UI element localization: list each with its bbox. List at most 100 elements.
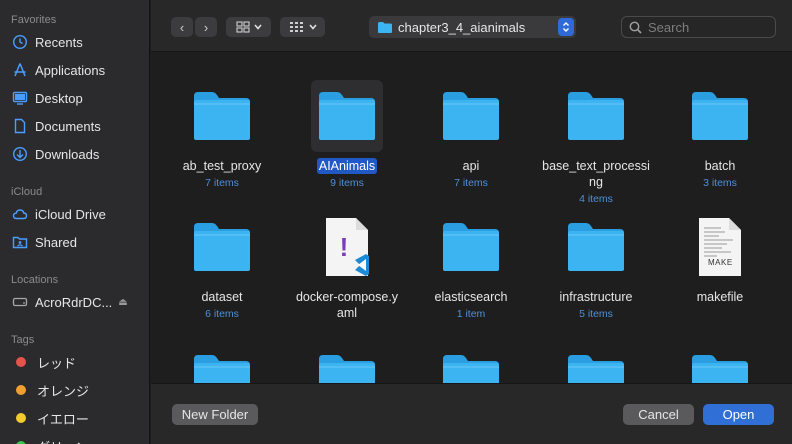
tag-color-dot (16, 413, 26, 423)
folder-icon (684, 80, 756, 152)
sidebar-item-label: AcroRdrDC... (35, 294, 113, 310)
item-count: 6 items (205, 308, 239, 320)
svg-text:!: ! (340, 232, 349, 262)
folder-item[interactable]: base_text_processing 4 items (534, 81, 658, 206)
chevron-right-icon: › (203, 19, 209, 35)
folder-icon (435, 80, 507, 152)
folder-icon (186, 211, 258, 283)
path-popup-label: chapter3_4_aianimals (398, 19, 526, 35)
forward-button[interactable]: › (195, 17, 217, 37)
path-popup[interactable]: chapter3_4_aianimals (369, 16, 576, 38)
chevron-down-icon (308, 24, 317, 30)
folder-item[interactable] (534, 343, 658, 383)
tag-color-dot (16, 385, 26, 395)
folder-item[interactable] (285, 343, 409, 383)
sidebar-tag-item[interactable]: グリーン (0, 432, 149, 444)
folder-item[interactable]: infrastructure 5 items (534, 211, 658, 321)
file-grid: ab_test_proxy 7 items AIAnimals 9 items api 7… (151, 53, 792, 383)
group-grid-icon (289, 22, 303, 32)
folder-icon (311, 80, 383, 152)
item-count: 4 items (579, 193, 613, 205)
tag-color-dot (16, 357, 26, 367)
group-view-button[interactable] (280, 17, 325, 37)
item-count: 7 items (454, 177, 488, 189)
folder-icon (435, 211, 507, 283)
item-count: 1 item (456, 308, 486, 320)
yaml-file-icon: ! (311, 211, 383, 283)
search-input[interactable] (648, 19, 768, 35)
disk-icon (12, 294, 28, 310)
item-name: docker-compose.yaml (295, 290, 399, 320)
folder-icon (560, 343, 632, 383)
folder-icon (186, 343, 258, 383)
item-name: base_text_processing (542, 159, 650, 189)
folder-item[interactable] (658, 343, 782, 383)
folder-icon (311, 343, 383, 383)
item-name: AIAnimals (316, 158, 378, 174)
folder-icon (560, 80, 632, 152)
sidebar-item-label: Applications (35, 62, 106, 78)
file-item[interactable]: ! docker-compose.yaml (285, 211, 409, 322)
folder-item[interactable]: api 7 items (409, 81, 533, 190)
locations-section-title: Locations (11, 274, 59, 286)
item-count: 3 items (703, 177, 737, 189)
favorites-section-title: Favorites (11, 14, 57, 26)
cancel-button[interactable]: Cancel (623, 404, 694, 425)
cloud-icon (12, 206, 28, 222)
sidebar-item-label: iCloud Drive (35, 206, 106, 222)
item-name: dataset (201, 290, 243, 304)
file-item[interactable]: MAKE makefile (658, 211, 782, 306)
folder-icon (684, 343, 756, 383)
sidebar-tag-item[interactable]: イエロー (0, 404, 149, 432)
sidebar-item-documents[interactable]: Documents (0, 112, 149, 140)
makefile-badge: MAKE (708, 258, 733, 267)
item-name: infrastructure (559, 290, 633, 304)
sidebar: Favorites Recents Applications Desktop Docu… (0, 0, 150, 444)
item-name: ab_test_proxy (182, 159, 262, 173)
sidebar-item-disk[interactable]: AcroRdrDC... ⏏ (0, 288, 149, 316)
shared-folder-icon (12, 234, 28, 250)
sidebar-tag-item[interactable]: レッド (0, 348, 149, 376)
sidebar-item-label: Recents (35, 34, 83, 50)
makefile-icon: MAKE (684, 211, 756, 283)
sidebar-item-recents[interactable]: Recents (0, 28, 149, 56)
sidebar-tag-item[interactable]: オレンジ (0, 376, 149, 404)
folder-item[interactable]: AIAnimals 9 items (285, 80, 409, 190)
sidebar-item-icloud-drive[interactable]: iCloud Drive (0, 200, 149, 228)
sidebar-item-label: オレンジ (37, 383, 90, 399)
folder-item[interactable]: batch 3 items (658, 81, 782, 190)
folder-item[interactable] (409, 343, 533, 383)
icloud-section-title: iCloud (11, 186, 43, 198)
item-name: api (462, 159, 480, 173)
sidebar-item-shared[interactable]: Shared (0, 228, 149, 256)
sidebar-item-label: グリーン (37, 437, 88, 444)
search-field[interactable] (621, 16, 776, 38)
sidebar-item-label: Desktop (35, 90, 83, 106)
eject-icon[interactable]: ⏏ (118, 297, 127, 308)
search-icon (629, 21, 642, 34)
folder-icon (186, 80, 258, 152)
sidebar-item-desktop[interactable]: Desktop (0, 84, 149, 112)
sidebar-item-label: Downloads (35, 146, 100, 162)
open-button[interactable]: Open (703, 404, 774, 425)
sidebar-item-downloads[interactable]: Downloads (0, 140, 149, 168)
icon-view-button[interactable] (226, 17, 271, 37)
sidebar-item-label: レッド (37, 355, 77, 371)
item-count: 7 items (205, 177, 239, 189)
tags-section-title: Tags (11, 334, 35, 346)
folder-item[interactable]: ab_test_proxy 7 items (160, 81, 284, 190)
folder-icon (560, 211, 632, 283)
back-button[interactable]: ‹ (171, 17, 193, 37)
new-folder-button[interactable]: New Folder (172, 404, 258, 425)
up-down-chevron-icon (558, 18, 574, 36)
folder-item[interactable]: dataset 6 items (160, 211, 284, 321)
sidebar-item-applications[interactable]: Applications (0, 56, 149, 84)
toolbar: ‹ › chapter3_4_aianimals (151, 0, 792, 52)
item-name: makefile (696, 290, 744, 304)
folder-item[interactable]: elasticsearch 1 item (409, 211, 533, 321)
applications-icon (12, 62, 28, 78)
folder-item[interactable] (160, 343, 284, 383)
item-count: 5 items (579, 308, 613, 320)
item-name: batch (704, 159, 736, 173)
chevron-left-icon: ‹ (179, 19, 185, 35)
